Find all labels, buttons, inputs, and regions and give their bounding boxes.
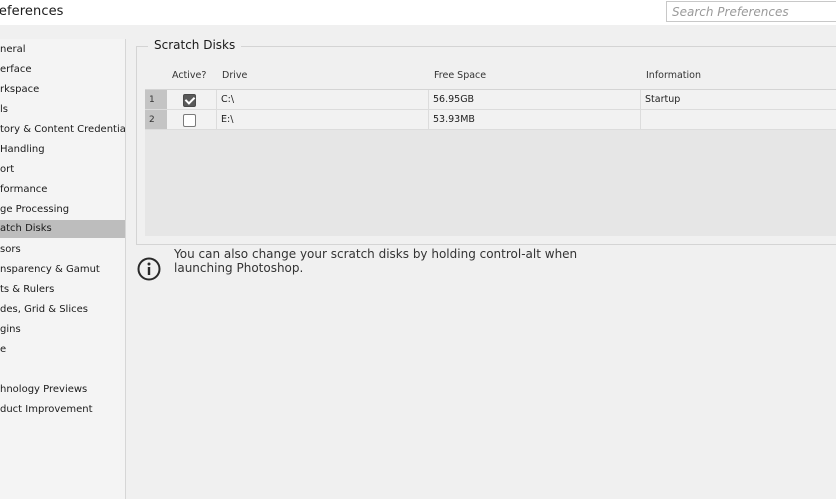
sidebar-item-label: atch Disks bbox=[0, 223, 52, 234]
sidebar-item-image-processing[interactable]: ge Processing bbox=[0, 201, 125, 219]
sidebar-item-export[interactable]: ort bbox=[0, 161, 125, 179]
sidebar-item-label: hnology Previews bbox=[0, 384, 88, 395]
information-cell: Startup bbox=[640, 90, 836, 109]
search-input[interactable] bbox=[666, 1, 836, 22]
table-row[interactable]: 1 C:\ 56.95GB Startup bbox=[145, 90, 836, 110]
sidebar-item-label: des, Grid & Slices bbox=[0, 304, 88, 315]
sidebar-item-label: e bbox=[0, 344, 7, 355]
sidebar-item-label: formance bbox=[0, 184, 48, 195]
preferences-sidebar: neral erface rkspace ls tory & Content C… bbox=[0, 39, 126, 499]
sidebar-item-label: ts & Rulers bbox=[0, 284, 55, 295]
sidebar-item-label: ort bbox=[0, 164, 15, 175]
free-space-cell: 56.95GB bbox=[428, 90, 640, 109]
sidebar-item-workspace[interactable]: rkspace bbox=[0, 81, 125, 99]
column-header-free-space: Free Space bbox=[434, 70, 487, 81]
sidebar-item-file-handling[interactable]: Handling bbox=[0, 141, 125, 159]
title-bar: Preferences bbox=[0, 0, 836, 25]
drive-cell: E:\ bbox=[216, 110, 428, 129]
sidebar-item-label: gins bbox=[0, 324, 21, 335]
sidebar-item-label: tory & Content Credentials bbox=[0, 124, 125, 135]
sidebar-item-units-rulers[interactable]: ts & Rulers bbox=[0, 281, 125, 299]
group-title: Scratch Disks bbox=[148, 38, 242, 52]
drive-cell: C:\ bbox=[216, 90, 428, 109]
free-space-cell: 53.93MB bbox=[428, 110, 640, 129]
sidebar-item-transparency-gamut[interactable]: nsparency & Gamut bbox=[0, 261, 125, 279]
sidebar-item-guides-grid-slices[interactable]: des, Grid & Slices bbox=[0, 301, 125, 319]
sidebar-item-label: erface bbox=[0, 64, 32, 75]
sidebar-item-label: ls bbox=[0, 104, 8, 115]
table-row[interactable]: 2 E:\ 53.93MB bbox=[145, 110, 836, 130]
sidebar-item-product-improvement[interactable]: duct Improvement bbox=[0, 401, 125, 419]
sidebar-item-general[interactable]: neral bbox=[0, 41, 125, 59]
sidebar-item-cursors[interactable]: sors bbox=[0, 241, 125, 259]
row-number: 1 bbox=[145, 90, 167, 109]
info-circle-icon bbox=[137, 257, 161, 281]
column-header-drive: Drive bbox=[222, 70, 248, 81]
sidebar-item-label: sors bbox=[0, 244, 21, 255]
information-cell bbox=[640, 110, 836, 129]
active-checkbox[interactable] bbox=[183, 114, 196, 127]
sidebar-item-scratch-disks[interactable]: atch Disks bbox=[0, 220, 125, 238]
sidebar-item-performance[interactable]: formance bbox=[0, 181, 125, 199]
column-header-information: Information bbox=[646, 70, 701, 81]
sidebar-item-label: ge Processing bbox=[0, 204, 70, 215]
sidebar-item-plugins[interactable]: gins bbox=[0, 321, 125, 339]
sidebar-item-interface[interactable]: erface bbox=[0, 61, 125, 79]
sidebar-item-technology-previews[interactable]: hnology Previews bbox=[0, 381, 125, 399]
sidebar-item-label: nsparency & Gamut bbox=[0, 264, 100, 275]
info-message: You can also change your scratch disks b… bbox=[174, 247, 578, 275]
row-number: 2 bbox=[145, 110, 167, 129]
sidebar-item-history[interactable]: tory & Content Credentials bbox=[0, 121, 125, 139]
sidebar-item-type[interactable]: e bbox=[0, 341, 125, 359]
sidebar-item-tools[interactable]: ls bbox=[0, 101, 125, 119]
sidebar-item-label: duct Improvement bbox=[0, 404, 93, 415]
column-header-active: Active? bbox=[172, 70, 207, 81]
window-title: Preferences bbox=[0, 4, 64, 19]
active-checkbox[interactable] bbox=[183, 94, 196, 107]
sidebar-item-label: Handling bbox=[0, 144, 45, 155]
sidebar-item-label: neral bbox=[0, 44, 26, 55]
sidebar-item-label: rkspace bbox=[0, 84, 40, 95]
